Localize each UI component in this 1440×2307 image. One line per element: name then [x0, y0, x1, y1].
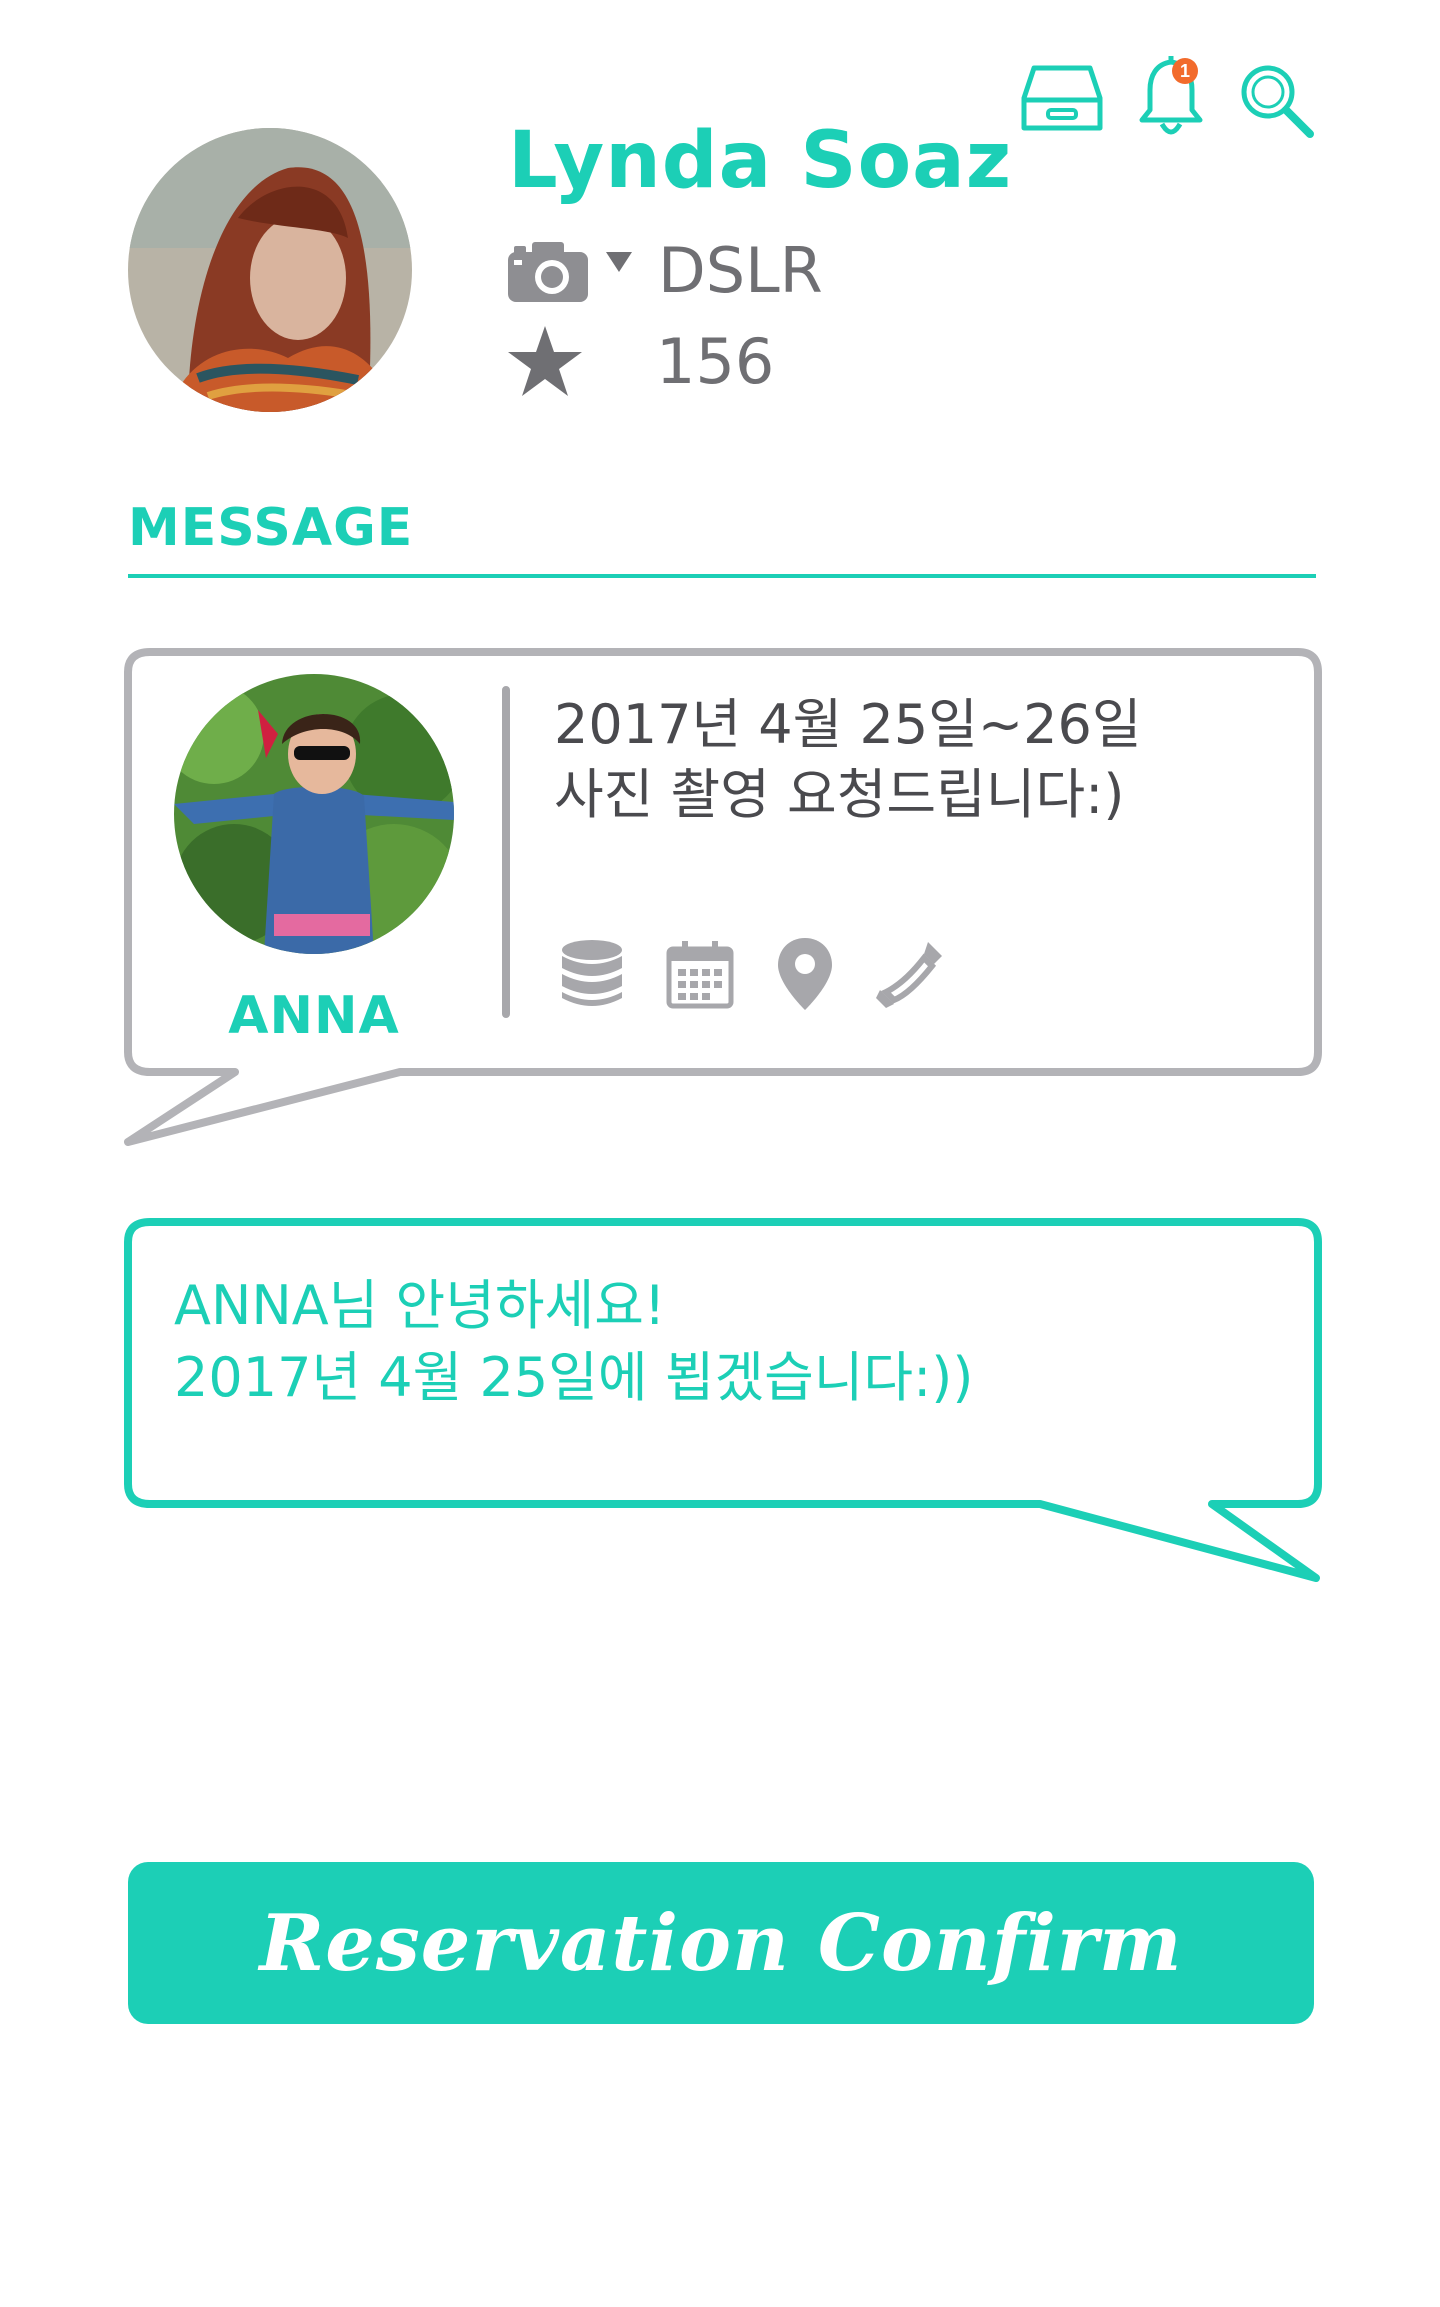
- location-pin-icon[interactable]: [776, 936, 834, 1012]
- sender-name: ANNA: [228, 986, 400, 1046]
- reservation-confirm-button[interactable]: Reservation Confirm: [128, 1862, 1314, 2024]
- message-detail-icons: [560, 936, 948, 1012]
- incoming-message-line: 사진 촬영 요청드립니다:): [554, 763, 1125, 826]
- coins-icon[interactable]: [560, 938, 624, 1010]
- reply-message-line: ANNA님 안녕하세요!: [174, 1274, 666, 1337]
- incoming-message-text: 2017년 4월 25일~26일 사진 촬영 요청드립니다:): [554, 690, 1274, 830]
- message-divider: [502, 686, 510, 1018]
- phone-icon[interactable]: [876, 938, 948, 1010]
- reply-message-line: 2017년 4월 25일에 뵙겠습니다:)): [174, 1346, 974, 1409]
- sender-avatar[interactable]: [174, 674, 454, 954]
- reply-message-text: ANNA님 안녕하세요! 2017년 4월 25일에 뵙겠습니다:)): [174, 1270, 1274, 1414]
- calendar-icon[interactable]: [666, 939, 734, 1009]
- incoming-message-line: 2017년 4월 25일~26일: [554, 693, 1142, 756]
